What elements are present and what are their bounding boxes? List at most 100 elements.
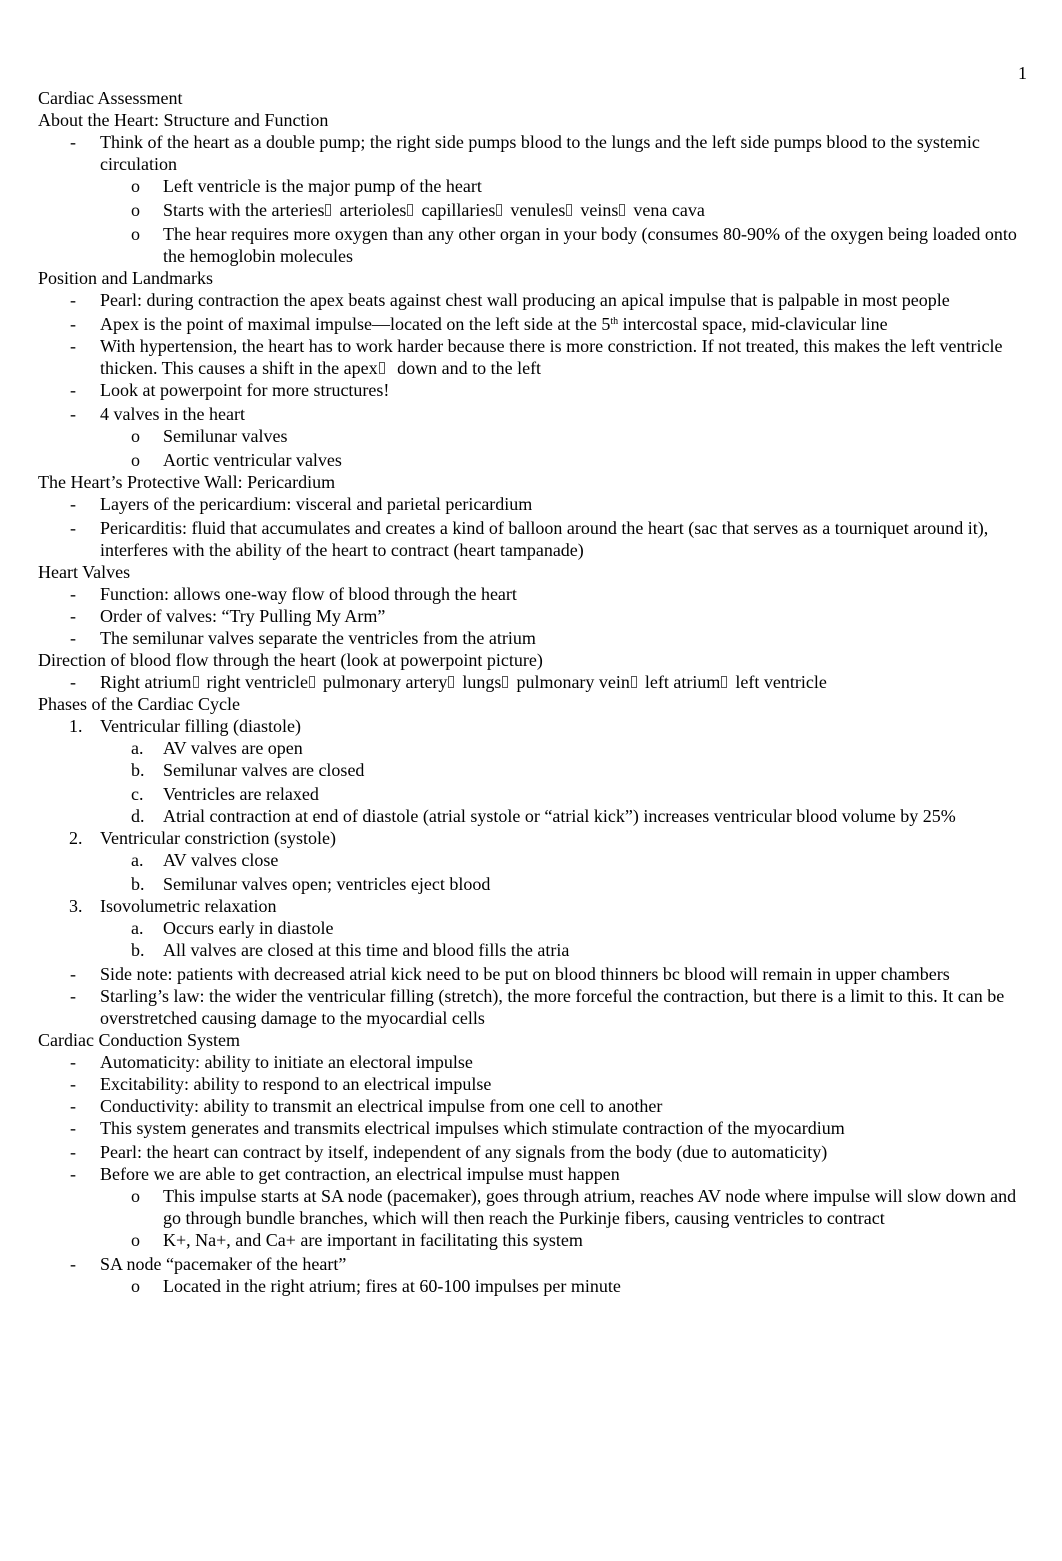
section-heading-pericardium: The Heart’s Protective Wall: Pericardium <box>38 472 336 492</box>
list-item: o The hear requires more oxygen than any … <box>131 224 1017 266</box>
dash-bullet: - <box>70 1164 76 1184</box>
dash-bullet: - <box>70 1074 76 1094</box>
dash-bullet: - <box>70 518 76 538</box>
list-item: - Apex is the point of maximal impulse—lo… <box>70 314 888 334</box>
arrow-icon <box>502 676 509 688</box>
page-number: 1 <box>1018 63 1027 83</box>
arrow-icon <box>308 676 315 688</box>
number-marker: 1. <box>69 716 83 736</box>
document-body: Cardiac Assessment About the Heart: Stru… <box>38 87 1028 1297</box>
arrow-icon <box>496 204 503 216</box>
list-item: - Right atrium right ventricle pulmonary ar… <box>38 671 1028 693</box>
circle-bullet: o <box>131 1230 140 1250</box>
list-item: - Side note: patients with decreased atri… <box>70 964 950 984</box>
dash-bullet: - <box>70 584 76 604</box>
arrow-icon <box>566 204 573 216</box>
arrow-icon <box>721 676 728 688</box>
list-item: - Starling’s law: the wider the ventricul… <box>70 986 1005 1028</box>
arrow-icon <box>630 676 637 688</box>
section-heading-structure: About the Heart: Structure and Function <box>38 110 329 130</box>
dash-bullet: - <box>70 132 76 152</box>
list-item: o K+, Na+, and Ca+ are important in facil… <box>131 1230 583 1250</box>
letter-marker: a. <box>131 738 144 758</box>
arrow-icon <box>378 362 385 374</box>
circle-bullet: o <box>131 176 140 196</box>
letter-marker: a. <box>131 918 144 938</box>
blood-flow-chain: Right atrium right ventricle pulmonary art… <box>100 672 827 692</box>
list-item: o Left ventricle is the major pump of the… <box>131 176 482 196</box>
list-item: o Semilunar valves <box>131 426 288 446</box>
list-item: - Excitability: ability to respond to an … <box>70 1074 492 1094</box>
list-item: a. AV valves are open <box>131 738 303 758</box>
list-item: - Conductivity: ability to transmit an el… <box>70 1096 663 1116</box>
letter-marker: d. <box>131 806 145 826</box>
list-item: 2. Ventricular constriction (systole) <box>69 828 336 848</box>
list-item: o Starts with the arteries arterioles capil… <box>38 199 1028 221</box>
dash-bullet: - <box>70 606 76 626</box>
letter-marker: b. <box>131 874 145 894</box>
document-title: Cardiac Assessment <box>38 88 183 108</box>
list-item: 1. Ventricular filling (diastole) <box>69 716 301 736</box>
arrow-icon <box>619 204 626 216</box>
section-heading-valves: Heart Valves <box>38 562 131 582</box>
list-item: - Look at powerpoint for more structures! <box>70 380 390 400</box>
section-heading-blood-flow: Direction of blood flow through the hear… <box>38 650 543 670</box>
list-item: o Located in the right atrium; fires at 6… <box>131 1276 621 1296</box>
list-item: - Layers of the pericardium: visceral and… <box>70 494 533 514</box>
letter-marker: b. <box>131 940 145 960</box>
letter-marker: b. <box>131 760 145 780</box>
list-item: a. AV valves close <box>131 850 279 870</box>
list-item: - Think of the heart as a double pump; th… <box>70 132 980 174</box>
section-heading-position: Position and Landmarks <box>38 268 213 288</box>
section-heading-conduction: Cardiac Conduction System <box>38 1030 240 1050</box>
dash-bullet: - <box>70 494 76 514</box>
dash-bullet: - <box>70 964 76 984</box>
arrow-icon <box>192 676 199 688</box>
dash-bullet: - <box>70 628 76 648</box>
list-item: - With hypertension, the heart has to wor… <box>70 336 1003 378</box>
circle-bullet: o <box>131 1186 140 1206</box>
list-item: - This system generates and transmits ele… <box>70 1118 845 1138</box>
list-item: - The semilunar valves separate the ventr… <box>70 628 536 648</box>
circle-bullet: o <box>131 450 140 470</box>
circle-bullet: o <box>131 1276 140 1296</box>
dash-bullet: - <box>70 404 76 424</box>
dash-bullet: - <box>70 1096 76 1116</box>
list-item: - Automaticity: ability to initiate an el… <box>70 1052 473 1072</box>
arrow-icon <box>325 204 332 216</box>
list-item: o Aortic ventricular valves <box>131 450 342 470</box>
list-item: 3. Isovolumetric relaxation <box>69 896 277 916</box>
circle-bullet: o <box>131 426 140 446</box>
list-item: - Pearl: the heart can contract by itself… <box>70 1142 828 1162</box>
list-item: o This impulse starts at SA node (pacemak… <box>131 1186 1017 1228</box>
list-item: a. Occurs early in diastole <box>131 918 334 938</box>
superscript: th <box>610 316 619 327</box>
dash-bullet: - <box>70 1254 76 1274</box>
list-item: b. Semilunar valves are closed <box>131 760 365 780</box>
list-item: -4 valves in the heart <box>70 404 245 424</box>
number-marker: 2. <box>69 828 83 848</box>
letter-marker: c. <box>131 784 144 804</box>
dash-bullet: - <box>70 290 76 310</box>
dash-bullet: - <box>70 986 76 1006</box>
circle-bullet: o <box>131 200 140 220</box>
list-item: b. All valves are closed at this time and… <box>131 940 570 960</box>
dash-bullet: - <box>70 380 76 400</box>
dash-bullet: - <box>70 1142 76 1162</box>
list-item: - Pearl: during contraction the apex beat… <box>70 290 950 310</box>
list-item: - Order of valves: “Try Pulling My Arm” <box>70 606 386 626</box>
list-item: d. Atrial contraction at end of diastole … <box>131 806 956 826</box>
arrow-icon <box>407 204 414 216</box>
section-heading-cardiac-cycle: Phases of the Cardiac Cycle <box>38 694 240 714</box>
dash-bullet: - <box>70 672 76 692</box>
letter-marker: a. <box>131 850 144 870</box>
dash-bullet: - <box>70 314 76 334</box>
arrow-icon <box>448 676 455 688</box>
dash-bullet: - <box>70 336 76 356</box>
dash-bullet: - <box>70 1052 76 1072</box>
number-marker: 3. <box>69 896 83 916</box>
vessel-chain: Starts with the arteries arterioles capill… <box>163 200 705 220</box>
list-item: - Function: allows one-way flow of blood … <box>70 584 517 604</box>
list-item: b. Semilunar valves open; ventricles ejec… <box>131 874 491 894</box>
list-item: - Pericarditis: fluid that accumulates an… <box>70 518 989 560</box>
